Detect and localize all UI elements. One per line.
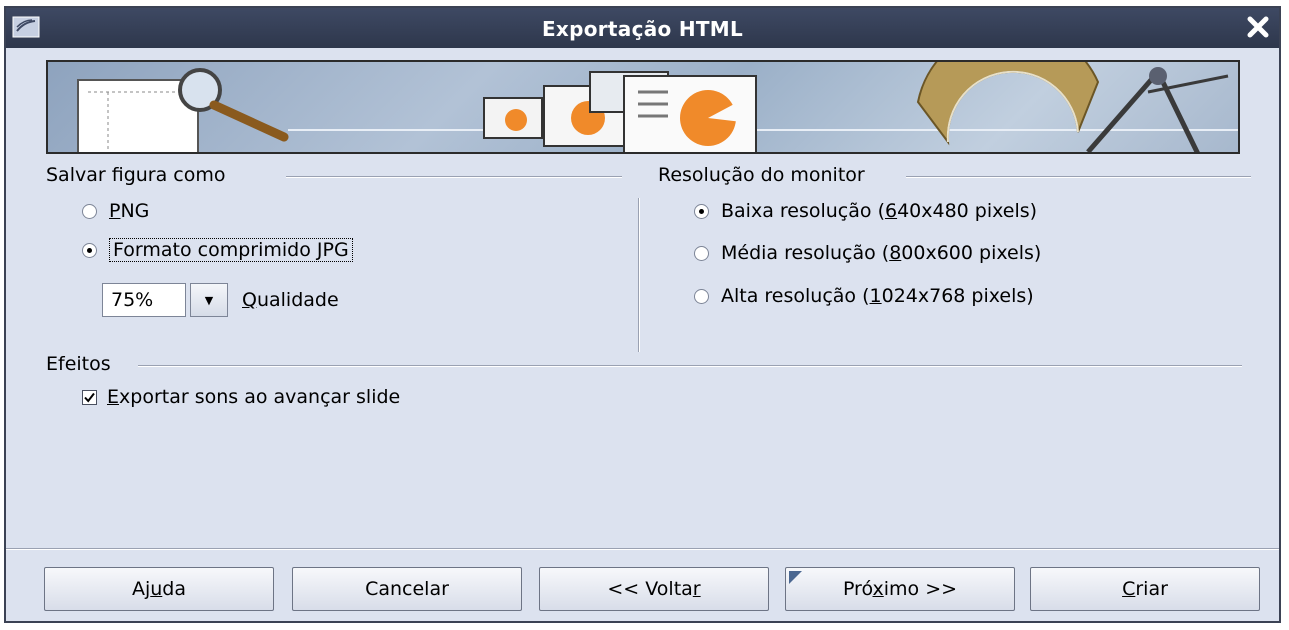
- group-separator: [286, 176, 622, 178]
- radio-high-resolution-label: Alta resolução (1024x768 pixels): [721, 285, 1034, 307]
- quality-label: Qualidade: [242, 289, 339, 311]
- radio-jpg-label: Formato comprimido JPG: [109, 238, 353, 262]
- checkbox-indicator[interactable]: [82, 389, 97, 405]
- cancel-button[interactable]: Cancelar: [292, 567, 522, 611]
- quality-combobox[interactable]: 75% ▼: [102, 283, 228, 317]
- radio-indicator[interactable]: [694, 288, 709, 304]
- checkmark-icon: [84, 392, 95, 403]
- help-button-label: Ajuda: [131, 578, 187, 600]
- group-separator: [138, 365, 1242, 367]
- back-button[interactable]: << Voltar: [539, 567, 769, 611]
- export-html-dialog: Exportação HTML Salvar figura como PNG F…: [4, 6, 1281, 623]
- radio-low-resolution-label: Baixa resolução (640x480 pixels): [721, 200, 1038, 222]
- close-icon[interactable]: [1245, 14, 1271, 40]
- title-bar[interactable]: Exportação HTML: [6, 8, 1279, 48]
- quality-dropdown-button[interactable]: ▼: [190, 283, 228, 317]
- chevron-down-icon: ▼: [204, 293, 214, 307]
- radio-jpg[interactable]: Formato comprimido JPG: [82, 238, 353, 262]
- radio-medium-resolution[interactable]: Média resolução (800x600 pixels): [694, 242, 1041, 264]
- radio-indicator[interactable]: [694, 245, 709, 261]
- next-button[interactable]: Próximo >>: [785, 567, 1015, 611]
- monitor-resolution-group-title: Resolução do monitor: [658, 164, 873, 186]
- export-sounds-checkbox[interactable]: Exportar sons ao avançar slide: [82, 386, 400, 408]
- cancel-button-label: Cancelar: [365, 578, 449, 600]
- export-sounds-label: Exportar sons ao avançar slide: [107, 386, 401, 408]
- help-button[interactable]: Ajuda: [44, 567, 274, 611]
- quality-value-field[interactable]: 75%: [102, 283, 186, 317]
- group-separator: [906, 176, 1251, 178]
- window-title: Exportação HTML: [541, 17, 744, 41]
- button-row-separator: [6, 548, 1279, 550]
- header-banner-image: [46, 60, 1240, 154]
- radio-png[interactable]: PNG: [82, 200, 149, 222]
- save-image-group-title: Salvar figura como: [46, 164, 234, 186]
- radio-high-resolution[interactable]: Alta resolução (1024x768 pixels): [694, 285, 1034, 307]
- radio-indicator[interactable]: [82, 242, 97, 258]
- radio-medium-resolution-label: Média resolução (800x600 pixels): [721, 242, 1042, 264]
- create-button[interactable]: Criar: [1030, 567, 1260, 611]
- effects-group-title: Efeitos: [46, 353, 119, 375]
- radio-indicator[interactable]: [694, 203, 709, 219]
- next-button-label: Próximo >>: [842, 578, 958, 600]
- radio-png-label: PNG: [109, 200, 150, 222]
- radio-low-resolution[interactable]: Baixa resolução (640x480 pixels): [694, 200, 1037, 222]
- create-button-label: Criar: [1122, 578, 1168, 600]
- default-button-indicator: [789, 571, 802, 584]
- vertical-separator: [638, 198, 640, 352]
- radio-indicator[interactable]: [82, 203, 97, 219]
- back-button-label: << Voltar: [607, 578, 701, 600]
